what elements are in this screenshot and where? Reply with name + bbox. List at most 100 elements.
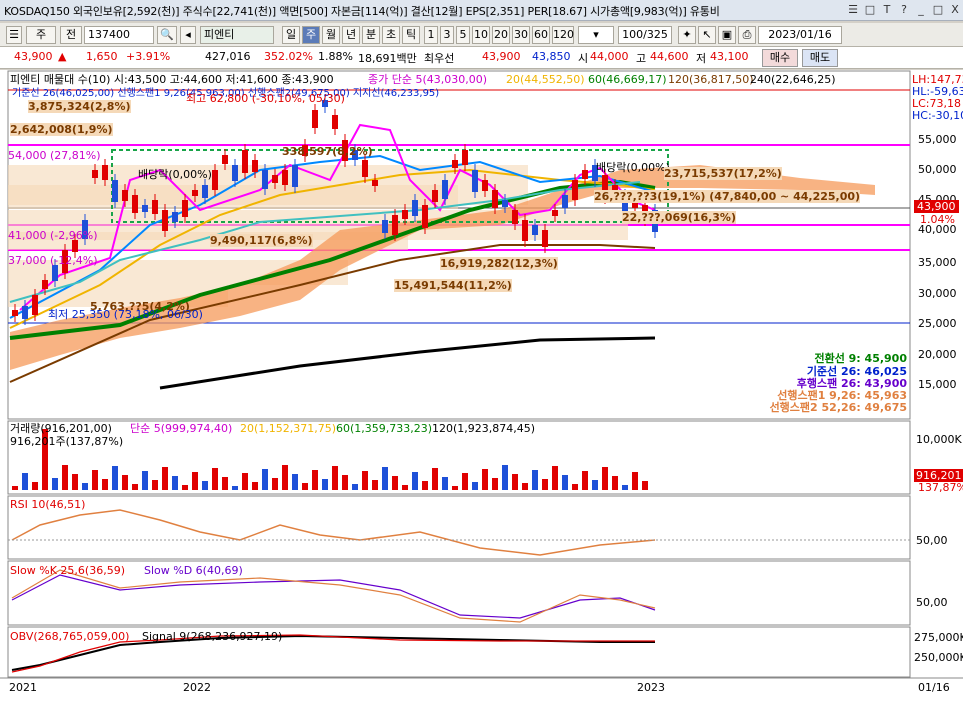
volume-bar <box>382 467 388 490</box>
change-arrow: ▲ <box>58 50 67 63</box>
period-week[interactable]: 주 <box>302 26 320 44</box>
interval-5[interactable]: 5 <box>456 26 470 44</box>
volume-bar <box>312 470 318 490</box>
print-icon[interactable]: ⎙ <box>738 26 756 44</box>
stoch-tick: 50,00 <box>916 596 948 609</box>
candle-body <box>562 195 568 208</box>
vp-label-4: 9,490,117(6,8%) <box>210 234 313 247</box>
pin-icon[interactable]: ✦ <box>678 26 696 44</box>
period-minute[interactable]: 분 <box>362 26 380 44</box>
help-icon[interactable]: ? <box>896 2 912 18</box>
candle-body <box>412 200 418 216</box>
candle-body <box>92 170 98 178</box>
high-marker: 최고 62,800 (-30,10%, 05/30) <box>186 92 345 105</box>
ma60-label: 60(46,669,17) <box>588 73 667 86</box>
restore-icon[interactable]: □ <box>862 2 878 18</box>
volume-bar <box>572 484 578 490</box>
count-input[interactable]: 100/325 <box>618 26 672 44</box>
candle-body <box>172 212 178 222</box>
volume-bar <box>192 472 198 490</box>
interval-10[interactable]: 10 <box>472 26 490 44</box>
candle-body <box>462 150 468 165</box>
x-label-date: 01/16 <box>918 681 950 694</box>
close-icon[interactable]: X <box>947 2 963 18</box>
vp-label-5: 16,919,282(12,3%) <box>440 257 558 270</box>
volume-bar <box>472 482 478 490</box>
period-day[interactable]: 일 <box>282 26 300 44</box>
volume-bar <box>332 466 338 490</box>
search-icon[interactable]: 🔍 <box>157 26 177 44</box>
dividend-label-1: 배당락(0,00%) <box>138 168 212 181</box>
interval-3[interactable]: 3 <box>440 26 454 44</box>
prefer-label: 최우선 <box>424 52 455 65</box>
candle-body <box>502 200 508 207</box>
ma120-label: 120(36,817,50) <box>668 73 754 86</box>
volume-bar <box>502 465 508 490</box>
change-percent: +3.91% <box>126 50 171 63</box>
volume-bar <box>152 480 158 490</box>
candle-body <box>22 306 28 319</box>
buy-button[interactable]: 매수 <box>762 49 798 67</box>
obv-tick-2: 250,000K <box>914 651 963 664</box>
ma240-label: 240(22,646,25) <box>750 73 836 86</box>
interval-120[interactable]: 120 <box>552 26 574 44</box>
volume-bar <box>242 473 248 490</box>
text-icon[interactable]: T <box>879 2 895 18</box>
period-year[interactable]: 년 <box>342 26 360 44</box>
menu-icon[interactable]: ☰ <box>845 2 861 18</box>
market-select[interactable]: 전 <box>60 26 82 44</box>
candle-body <box>162 210 168 231</box>
volume-bar <box>22 473 28 490</box>
menu-button[interactable]: ☰ <box>6 26 22 44</box>
date-input[interactable]: 2023/01/16 <box>758 26 842 44</box>
stock-code-input[interactable]: 137400 <box>84 26 154 44</box>
volume-bar <box>12 486 18 490</box>
candle-body <box>222 155 228 164</box>
volume-bar <box>602 467 608 490</box>
volume-profile-bar-1 <box>8 185 458 209</box>
volume-bar <box>212 468 218 490</box>
volume-bar <box>62 465 68 490</box>
dividend-label-2: 배당락(0,00%) <box>596 161 670 174</box>
interval-custom-input[interactable]: ▾ <box>578 26 614 44</box>
volume-bar <box>512 474 518 490</box>
volume-bar <box>262 469 268 490</box>
speaker-icon[interactable]: ◂ <box>180 26 196 44</box>
minimize-icon[interactable]: _ <box>913 2 929 18</box>
interval-60[interactable]: 60 <box>532 26 550 44</box>
period-second[interactable]: 초 <box>382 26 400 44</box>
window-title: KOSDAQ150 외국인보유[2,592(천)] 주식수[22,741(천)]… <box>4 5 720 18</box>
interval-1[interactable]: 1 <box>424 26 438 44</box>
vol-ma120: 120(1,923,874,45) <box>432 422 536 435</box>
x-label-2023: 2023 <box>637 681 665 694</box>
high-label: 고 <box>636 52 647 65</box>
period-tick[interactable]: 틱 <box>402 26 420 44</box>
candle-body <box>292 165 298 187</box>
save-icon[interactable]: ▣ <box>718 26 736 44</box>
volume-bar <box>142 471 148 490</box>
candle-body <box>312 110 318 128</box>
interval-20[interactable]: 20 <box>492 26 510 44</box>
stoch-d-header: Slow %D 6(40,69) <box>144 564 243 577</box>
candle-body <box>192 190 198 196</box>
volume-bar <box>392 476 398 490</box>
sell-button[interactable]: 매도 <box>802 49 838 67</box>
stock-type-select[interactable]: 주 <box>26 26 56 44</box>
candle-body <box>492 190 498 208</box>
hc-tag: HC:-30,10 <box>912 109 963 122</box>
arrow-icon[interactable]: ↖ <box>698 26 716 44</box>
chart-area[interactable]: 피엔티 매물대 수(10) 시:43,500 고:44,600 저:41,600… <box>0 70 963 701</box>
low-price: 43,100 <box>710 50 749 63</box>
vp-label-3: 338,597(8,2%) <box>282 145 373 158</box>
interval-30[interactable]: 30 <box>512 26 530 44</box>
volume-bar <box>172 476 178 490</box>
maximize-icon[interactable]: □ <box>930 2 946 18</box>
candle-body <box>482 180 488 191</box>
ma240-line <box>159 336 656 390</box>
period-month[interactable]: 월 <box>322 26 340 44</box>
volume-bar <box>592 480 598 490</box>
vol-ma20: 20(1,152,371,75) <box>240 422 337 435</box>
volume-bar <box>282 465 288 490</box>
candle-body <box>332 115 338 129</box>
stock-name-field[interactable]: 피엔티 <box>200 26 274 44</box>
